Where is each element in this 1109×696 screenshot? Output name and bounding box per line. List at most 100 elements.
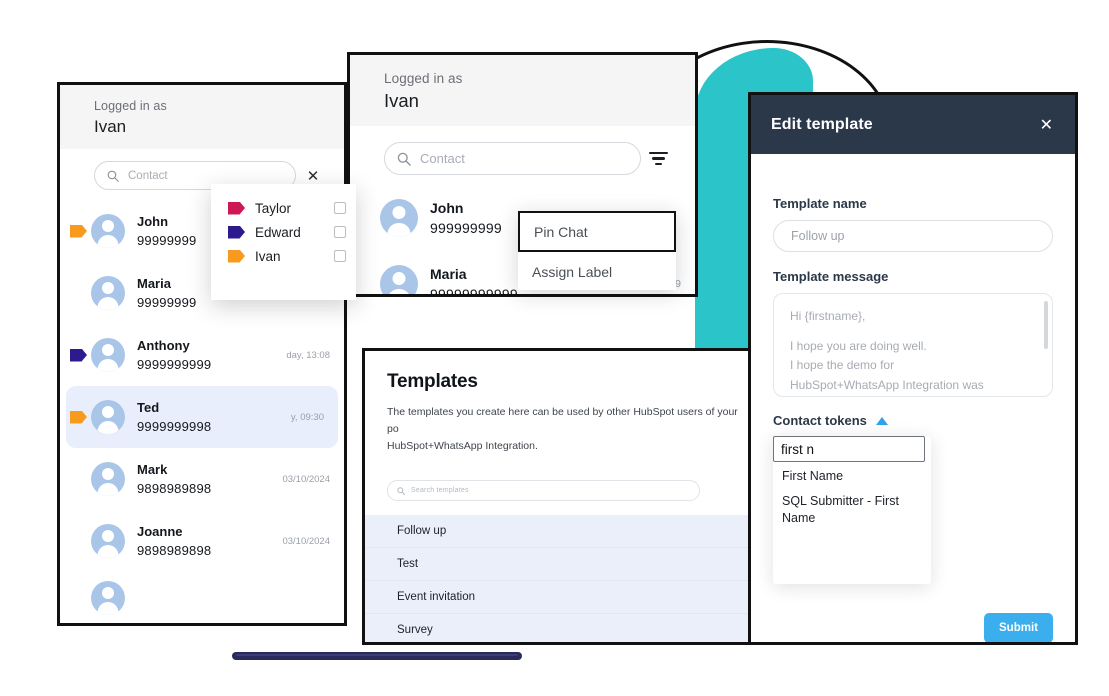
chat-timestamp: 03/10/2024 [282, 473, 330, 485]
template-name: Test [397, 558, 419, 570]
search-row: Contact [350, 126, 695, 185]
menu-item-pin-chat[interactable]: Pin Chat [518, 211, 676, 252]
screenshot-stage: Logged in as Ivan Contact ✕ John 9999999… [0, 0, 1109, 696]
search-templates-input[interactable]: Search templates [387, 480, 700, 501]
contact-name: Ted [137, 400, 160, 415]
submit-button[interactable]: Submit [984, 613, 1053, 642]
templates-description-line2: HubSpot+WhatsApp Integration. [387, 440, 538, 452]
close-icon[interactable]: ✕ [296, 167, 330, 185]
templates-description: The templates you create here can be use… [387, 404, 747, 455]
contact-name: Anthony [137, 338, 190, 353]
template-name: Event invitation [397, 591, 475, 603]
template-name: Follow up [397, 525, 447, 537]
label-name: Edward [255, 224, 301, 240]
avatar [91, 524, 125, 558]
assign-label-dropdown: Taylor Edward Ivan [211, 184, 356, 300]
avatar [380, 199, 418, 237]
template-name: Survey [397, 624, 433, 636]
avatar [380, 265, 418, 294]
caret-up-icon[interactable] [875, 416, 888, 425]
chat-context-menu: Pin Chat Assign Label [518, 211, 676, 290]
template-message-label: Template message [773, 269, 889, 284]
table-row[interactable]: Event invitation [365, 581, 755, 614]
list-item[interactable]: Joanne 9898989898 03/10/2024 [60, 510, 344, 572]
contact-search-input[interactable]: Contact [384, 142, 641, 175]
template-name-input[interactable]: Follow up [773, 220, 1053, 252]
logged-in-username: Ivan [94, 117, 127, 136]
label-name: Taylor [255, 200, 292, 216]
message-line: Hi {firstname}, [790, 309, 866, 323]
contact-tokens-label: Contact tokens [773, 413, 867, 428]
close-icon[interactable]: ✕ [1040, 115, 1053, 135]
chat-timestamp: y, 09:30 [290, 411, 324, 423]
search-templates-placeholder: Search templates [411, 487, 469, 494]
chat-timestamp: day, 13:08 [286, 349, 330, 361]
label-checkbox[interactable] [334, 226, 346, 238]
message-line: I hope the demo for [790, 358, 895, 373]
logged-in-label: Logged in as [384, 71, 463, 86]
list-item[interactable]: Mark 9898989898 03/10/2024 [60, 448, 344, 510]
contact-search-placeholder: Contact [420, 151, 465, 166]
label-checkbox[interactable] [334, 250, 346, 262]
chat-meta: Mark 9898989898 [137, 462, 276, 496]
logged-in-header: Logged in as Ivan [350, 55, 695, 126]
table-row[interactable]: Test [365, 548, 755, 581]
list-item-selected[interactable]: Ted 9999999998 y, 09:30 [66, 386, 338, 448]
label-tag-icon [70, 224, 87, 238]
modal-title: Edit template [771, 115, 873, 133]
label-tag-icon [70, 348, 87, 362]
logged-in-label: Logged in as [94, 99, 167, 113]
label-tag-icon [228, 201, 245, 215]
list-item[interactable]: Anthony 9999999999 day, 13:08 [60, 324, 344, 386]
chat-meta: Anthony 9999999999 [137, 338, 280, 372]
label-option-ivan[interactable]: Ivan [211, 244, 356, 268]
avatar [91, 276, 125, 310]
table-row[interactable]: Survey [365, 614, 755, 642]
menu-item-label: Assign Label [532, 263, 613, 280]
token-search-input[interactable]: first n [773, 436, 925, 462]
filter-icon[interactable] [641, 151, 675, 166]
label-name: Ivan [255, 248, 281, 264]
contact-tokens-header[interactable]: Contact tokens [773, 413, 1053, 428]
message-line: able to solve your doubts and queries [790, 395, 1036, 396]
logged-in-header: Logged in as Ivan [60, 85, 344, 149]
label-tag-icon [70, 592, 87, 605]
label-tag-icon [70, 535, 87, 548]
contact-search-placeholder: Contact [128, 169, 168, 182]
modal-header: Edit template ✕ [751, 95, 1075, 154]
contact-name: Mark [137, 462, 168, 477]
avatar [91, 214, 125, 248]
avatar [91, 581, 125, 615]
template-message-textarea[interactable]: Hi {firstname}, I hope you are doing wel… [773, 293, 1053, 397]
token-option-first-name[interactable]: First Name [773, 462, 931, 487]
page-title: Templates [387, 371, 478, 392]
contact-number: 9999999998 [137, 419, 212, 434]
label-checkbox[interactable] [334, 202, 346, 214]
label-option-edward[interactable]: Edward [211, 220, 356, 244]
list-item-partial[interactable] [60, 572, 344, 623]
templates-description-line1: The templates you create here can be use… [387, 406, 738, 435]
template-name-value: Follow up [791, 229, 845, 243]
menu-item-label: Pin Chat [534, 223, 588, 240]
left-contacts-panel: Logged in as Ivan Contact ✕ John 9999999… [57, 82, 347, 626]
modal-body: Template name Follow up Template message… [751, 154, 1075, 642]
label-tag-icon [228, 225, 245, 239]
textarea-scrollbar[interactable] [1044, 301, 1048, 349]
message-line: HubSpot+WhatsApp Integration was [790, 377, 984, 392]
templates-list: Follow up Test Event invitation Survey I… [365, 515, 755, 642]
token-search-value: first n [781, 441, 815, 457]
templates-panel: Templates The templates you create here … [362, 348, 758, 645]
label-tag-icon [70, 410, 87, 424]
chat-meta: Ted 9999999998 [137, 400, 285, 434]
search-icon [397, 152, 411, 166]
label-option-taylor[interactable]: Taylor [211, 196, 356, 220]
token-option-sql-submitter-first-name[interactable]: SQL Submitter - First Name [773, 487, 931, 529]
avatar [91, 400, 125, 434]
label-tag-icon [70, 287, 87, 300]
menu-item-assign-label[interactable]: Assign Label [518, 252, 676, 291]
table-row[interactable]: Follow up [365, 515, 755, 548]
message-line: I hope you are doing well. [790, 338, 927, 353]
label-tag-icon [228, 249, 245, 263]
bottom-navy-bar [232, 652, 522, 660]
